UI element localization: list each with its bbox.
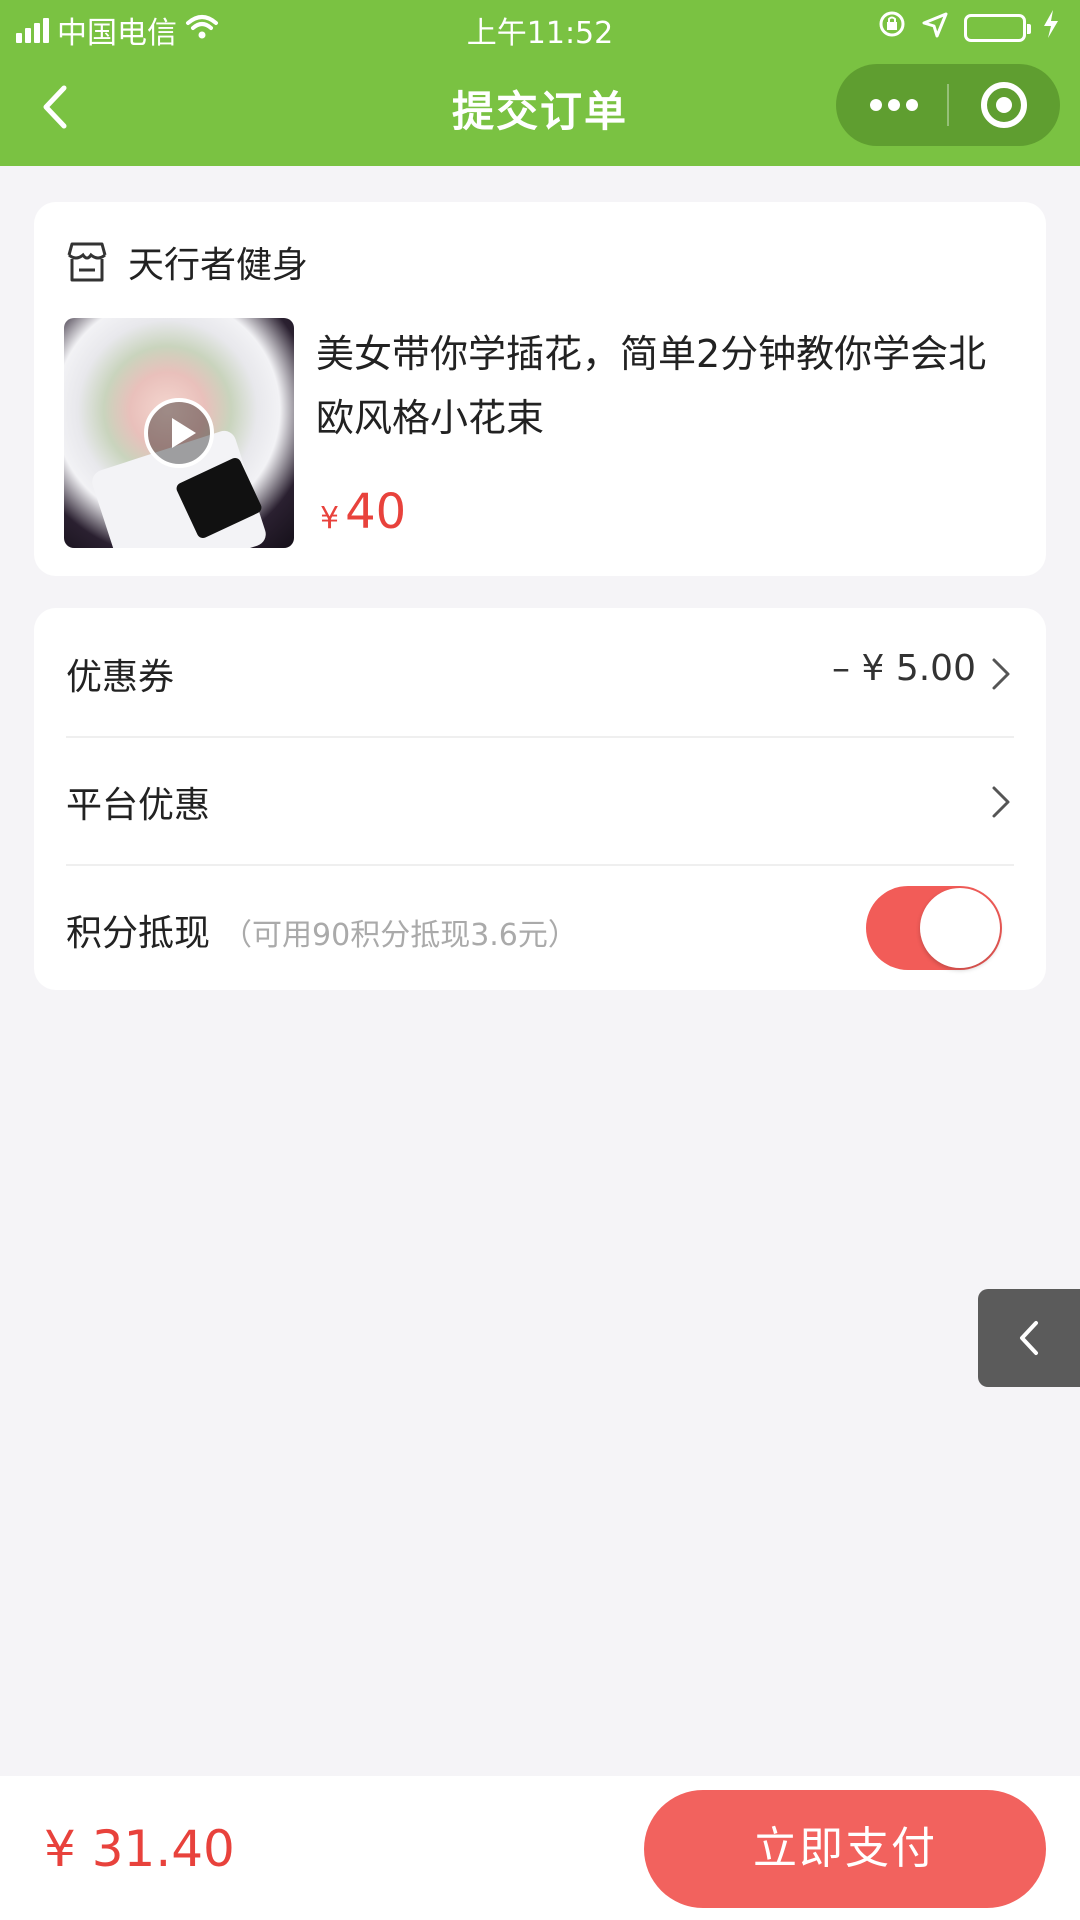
battery-icon (964, 14, 1031, 42)
pay-now-button[interactable]: 立即支付 (644, 1790, 1046, 1908)
bottom-bar: ¥ 31.40 立即支付 (0, 1776, 1080, 1920)
close-capsule-button[interactable] (949, 64, 1060, 146)
discount-card: 优惠券 – ¥ 5.00 平台优惠 积分抵现 （可用90积分抵现3.6元） (34, 608, 1046, 990)
coupon-label: 优惠券 (66, 657, 175, 698)
currency-symbol: ¥ (320, 501, 340, 536)
chevron-right-icon (992, 786, 1010, 818)
coupon-value: – ¥ 5.00 (832, 648, 976, 689)
price-value: 40 (345, 484, 407, 540)
toggle-knob (920, 888, 1000, 968)
points-toggle[interactable] (866, 886, 1002, 970)
more-button[interactable] (836, 64, 948, 146)
points-hint: （可用90积分抵现3.6元） (222, 918, 578, 953)
points-label: 积分抵现 (66, 913, 211, 954)
total-amount: ¥ 31.40 (44, 1820, 235, 1878)
coupon-row[interactable]: 优惠券 – ¥ 5.00 (66, 608, 1014, 736)
shop-card: 天行者健身 美女带你学插花，简单2分钟教你学会北欧风格小花束 ¥ 40 (34, 202, 1046, 576)
product-price: ¥ 40 (320, 484, 406, 540)
location-icon (922, 11, 948, 46)
store-icon (67, 242, 107, 282)
side-collapse-tab[interactable] (978, 1289, 1080, 1387)
platform-discount-row[interactable]: 平台优惠 (66, 736, 1014, 864)
shop-name: 天行者健身 (128, 245, 309, 286)
more-icon (870, 99, 882, 111)
status-right (878, 10, 1060, 46)
chevron-right-icon (992, 658, 1010, 690)
lock-icon (878, 10, 906, 46)
platform-discount-label: 平台优惠 (66, 785, 211, 826)
chevron-left-icon (1020, 1321, 1038, 1355)
top-header: 中国电信 上午11:52 提交订单 (0, 0, 1080, 166)
charging-icon (1042, 10, 1060, 46)
shop-header[interactable]: 天行者健身 (64, 236, 308, 288)
mini-program-capsule (836, 64, 1060, 146)
product-thumbnail[interactable] (64, 318, 294, 548)
status-bar: 中国电信 上午11:52 (0, 0, 1080, 56)
product-title: 美女带你学插花，简单2分钟教你学会北欧风格小花束 (316, 332, 987, 440)
play-icon[interactable] (144, 398, 214, 468)
points-label-group: 积分抵现 （可用90积分抵现3.6元） (66, 904, 578, 956)
